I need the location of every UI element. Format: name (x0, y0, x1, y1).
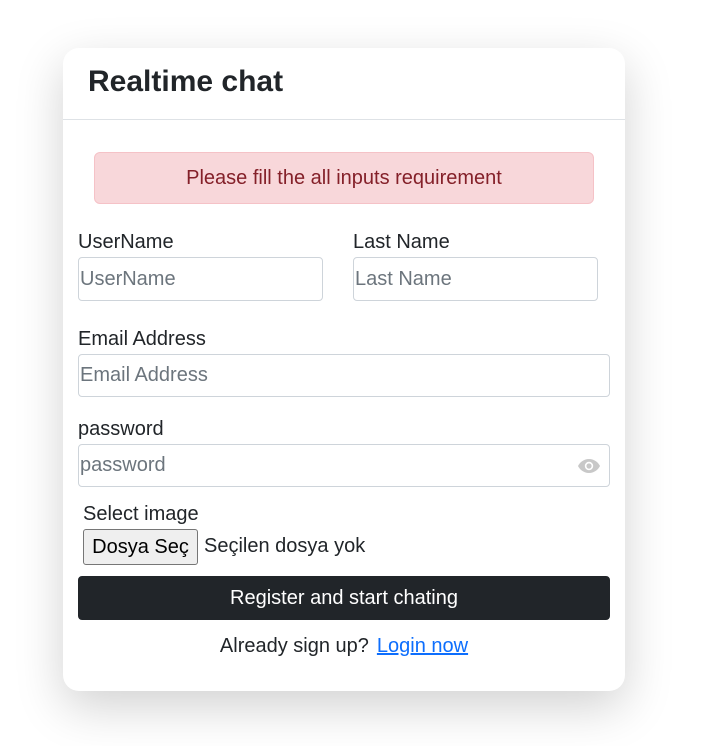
file-status-text: Seçilen dosya yok (204, 535, 366, 557)
choose-file-button[interactable]: Dosya Seç (83, 529, 198, 565)
error-alert: Please fill the all inputs requirement (94, 152, 594, 204)
register-card: Realtime chat Please fill the all inputs… (63, 48, 625, 691)
last-name-label: Last Name (353, 231, 450, 253)
login-prompt: Already sign up? Login now (63, 633, 625, 659)
card-header: Realtime chat (63, 48, 625, 120)
eye-icon[interactable] (577, 457, 601, 475)
page-title: Realtime chat (88, 65, 284, 98)
username-input[interactable] (78, 257, 323, 301)
password-label: password (78, 418, 164, 440)
login-prompt-text: Already sign up? (219, 635, 369, 657)
email-label: Email Address (78, 328, 206, 350)
image-label: Select image (83, 503, 199, 525)
register-button[interactable]: Register and start chating (78, 576, 610, 620)
username-label: UserName (78, 231, 174, 253)
last-name-input[interactable] (353, 257, 598, 301)
login-link[interactable]: Login now (377, 635, 468, 657)
password-input[interactable] (78, 444, 610, 487)
email-input[interactable] (78, 354, 610, 397)
